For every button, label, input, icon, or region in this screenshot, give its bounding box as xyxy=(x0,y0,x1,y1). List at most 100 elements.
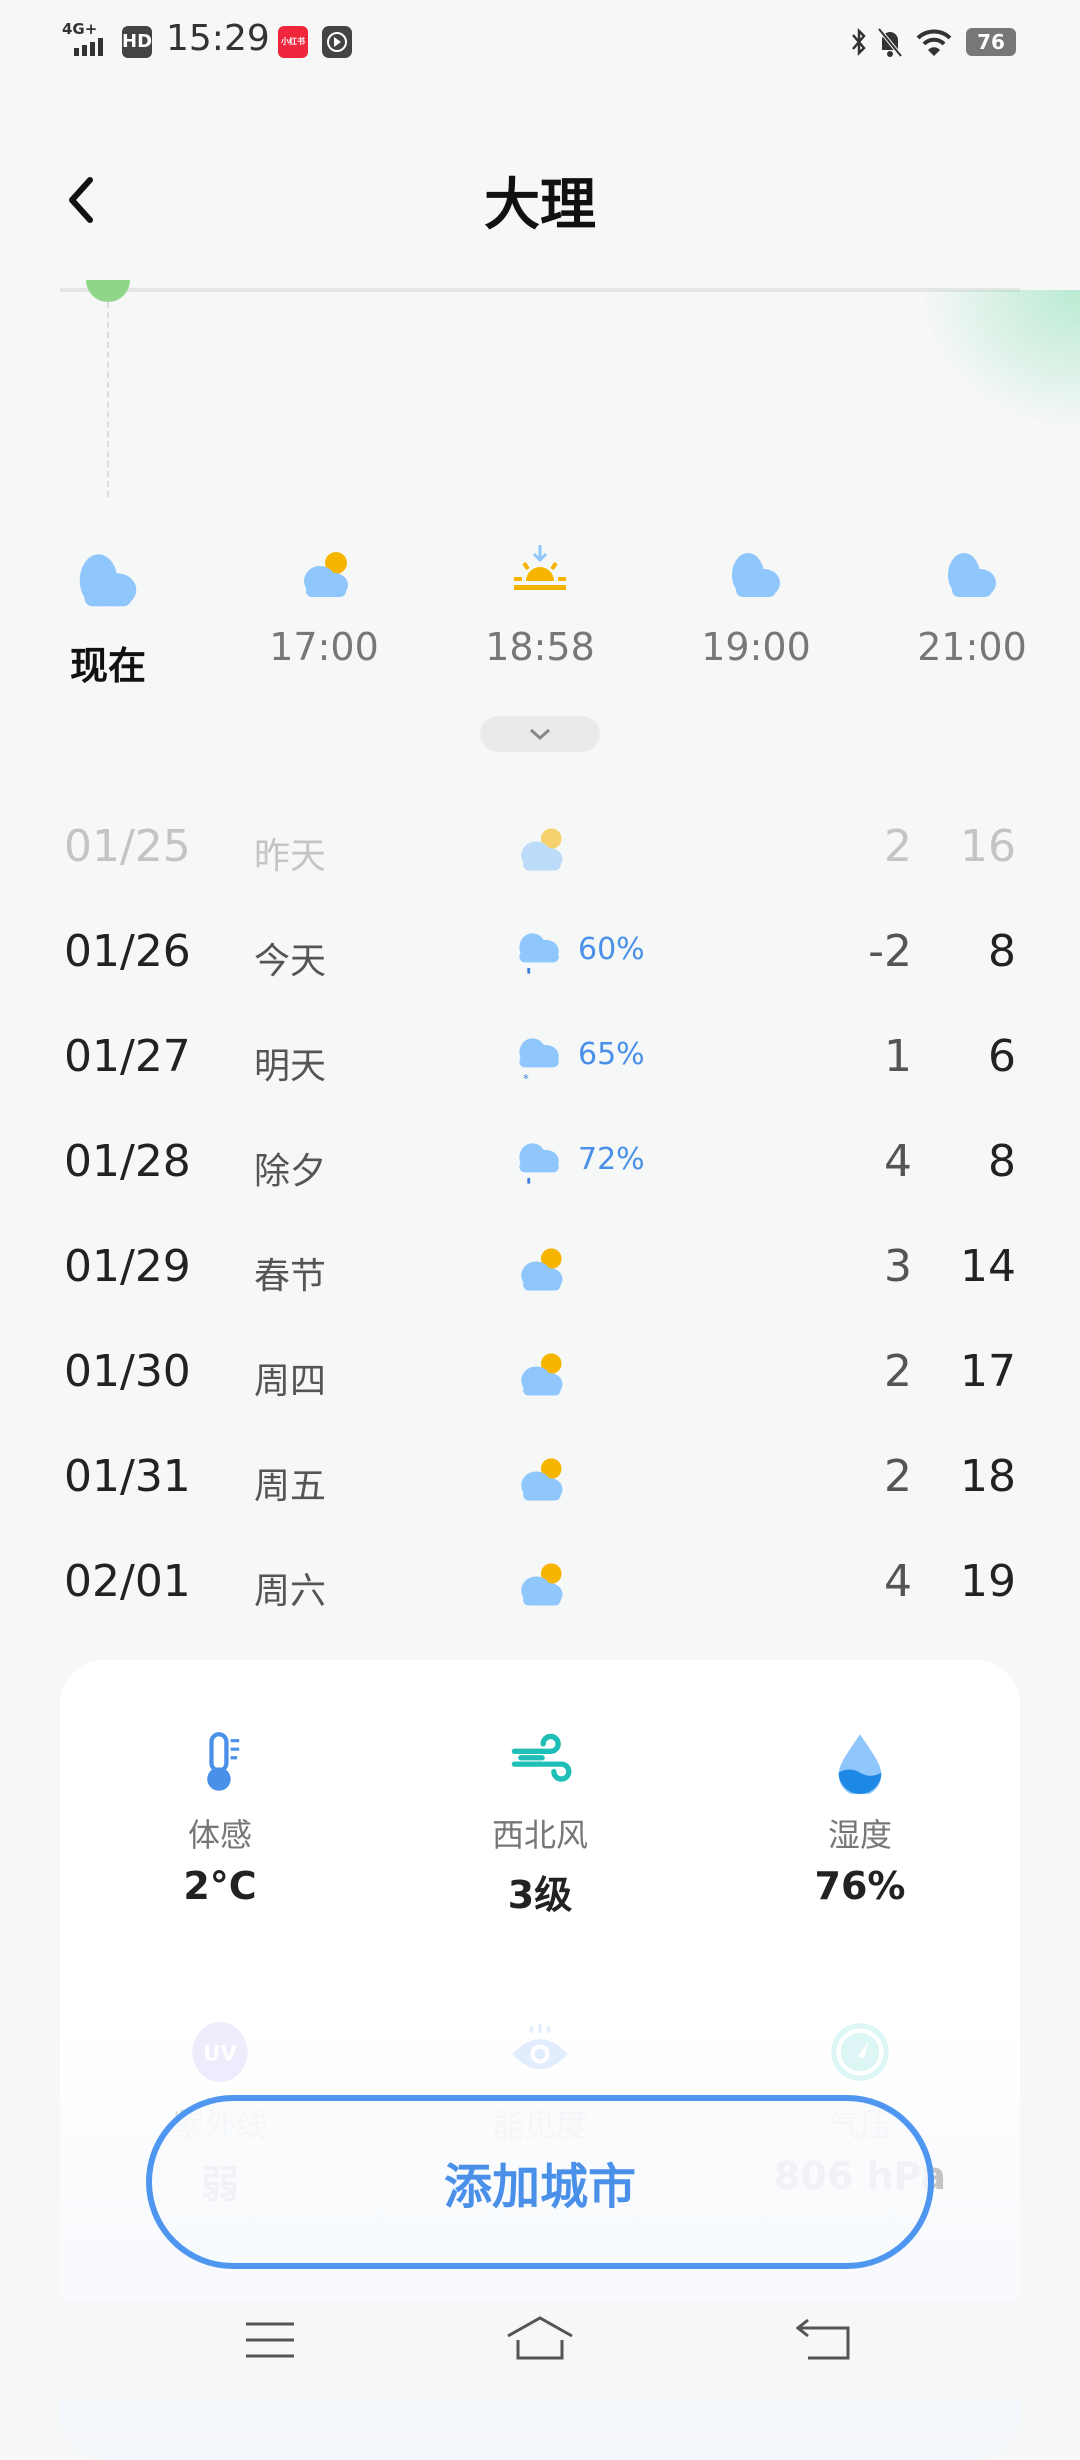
date: 01/31 xyxy=(64,1451,191,1502)
day-label: 昨天 xyxy=(254,836,327,877)
battery-indicator: 76 xyxy=(966,28,1016,56)
cloudy-icon xyxy=(732,553,780,597)
clock: 15:29 xyxy=(166,18,270,59)
daily-row[interactable]: 01/30 周四 2 17 xyxy=(0,1320,1080,1420)
day-label: 今天 xyxy=(254,941,327,982)
hourly-item[interactable]: 现在 xyxy=(28,545,188,690)
high-temp: 6 xyxy=(988,1031,1016,1082)
date: 01/25 xyxy=(64,821,191,872)
cloudy-icon xyxy=(79,554,137,607)
uv-icon: UV xyxy=(192,2022,248,2082)
cloudy-icon xyxy=(948,553,996,597)
hour-label: 18:58 xyxy=(485,625,595,669)
detail-label: 体感 xyxy=(187,1816,252,1854)
partly-cloudy-icon xyxy=(521,1458,563,1501)
detail-label: 湿度 xyxy=(827,1816,892,1854)
add-city-button[interactable]: 添加城市 xyxy=(146,2095,934,2269)
hd-badge: HD xyxy=(122,26,152,58)
mute-bell-icon xyxy=(877,27,903,58)
thermometer-icon xyxy=(207,1732,240,1791)
high-temp: 18 xyxy=(960,1451,1016,1502)
low-temp: 4 xyxy=(884,1136,912,1187)
date: 01/26 xyxy=(64,926,191,977)
low-temp: -2 xyxy=(868,926,912,977)
daily-row[interactable]: 01/27 明天 * 65% 1 6 xyxy=(0,1005,1080,1105)
detail-value: 3级 xyxy=(507,1873,573,1917)
hourly-item[interactable]: 17:00 xyxy=(244,545,404,669)
high-temp: 8 xyxy=(988,1136,1016,1187)
detail-item: 湿度 76% xyxy=(700,1730,1020,1908)
partly-cloudy-icon xyxy=(521,1563,563,1606)
sleet-icon: * xyxy=(510,1030,559,1085)
detail-value: 2°C xyxy=(183,1864,257,1908)
day-label: 周四 xyxy=(254,1361,327,1402)
hourly-item[interactable]: 19:00 xyxy=(676,545,836,669)
hour-label: 17:00 xyxy=(269,625,379,669)
partly-cloudy-icon xyxy=(304,552,348,597)
low-temp: 2 xyxy=(884,1346,912,1397)
temperature-curve-point xyxy=(86,280,130,302)
high-temp: 19 xyxy=(960,1556,1016,1607)
sunset-icon xyxy=(514,545,566,590)
rain-icon xyxy=(510,1135,559,1184)
wifi-icon xyxy=(916,29,952,56)
temperature-curve-fade xyxy=(920,290,1080,430)
low-temp: 4 xyxy=(884,1556,912,1607)
date: 01/28 xyxy=(64,1136,191,1187)
chevron-down-icon xyxy=(530,728,550,741)
daily-row[interactable]: 01/31 周五 2 18 xyxy=(0,1425,1080,1525)
low-temp: 2 xyxy=(884,821,912,872)
high-temp: 16 xyxy=(960,821,1016,872)
date: 01/30 xyxy=(64,1346,191,1397)
humidity-icon xyxy=(838,1734,882,1797)
day-label: 明天 xyxy=(254,1046,327,1087)
date: 01/27 xyxy=(64,1031,191,1082)
detail-value: 76% xyxy=(814,1864,906,1908)
app-notification-icon: 小红书 xyxy=(278,26,308,58)
status-bar: 4G+ HD 15:29 小红书 76 xyxy=(0,0,1080,90)
hour-label: 现在 xyxy=(69,644,146,688)
day-label: 周六 xyxy=(254,1571,327,1612)
high-temp: 8 xyxy=(988,926,1016,977)
low-temp: 2 xyxy=(884,1451,912,1502)
day-label: 周五 xyxy=(254,1466,327,1507)
daily-row[interactable]: 01/25 昨天 2 16 xyxy=(0,795,1080,895)
signal-icon xyxy=(74,38,103,56)
page-title: 大理 xyxy=(484,173,596,238)
detail-item: 西北风 3级 xyxy=(380,1730,700,1919)
hourly-item[interactable]: 18:58 xyxy=(460,545,620,669)
back-nav-icon[interactable] xyxy=(796,2316,852,2362)
low-temp: 1 xyxy=(884,1031,912,1082)
navigation-bar xyxy=(0,2300,1080,2400)
hourly-item[interactable]: 21:00 xyxy=(892,545,1052,669)
day-label: 除夕 xyxy=(254,1151,327,1192)
date: 02/01 xyxy=(64,1556,191,1607)
svg-text:UV: UV xyxy=(203,2042,237,2067)
low-temp: 3 xyxy=(884,1241,912,1292)
high-temp: 14 xyxy=(960,1241,1016,1292)
daily-row[interactable]: 01/29 春节 3 14 xyxy=(0,1215,1080,1315)
detail-label: 西北风 xyxy=(491,1816,588,1854)
date: 01/29 xyxy=(64,1241,191,1292)
bluetooth-icon xyxy=(852,27,866,57)
daily-row[interactable]: 01/26 今天 60% -2 8 xyxy=(0,900,1080,1000)
precipitation-chance: 65% xyxy=(578,1037,645,1072)
eye-icon xyxy=(512,2024,568,2070)
partly-cloudy-icon xyxy=(521,828,563,871)
hour-label: 21:00 xyxy=(917,625,1027,669)
high-temp: 17 xyxy=(960,1346,1016,1397)
wind-icon xyxy=(511,1733,572,1782)
chart-divider xyxy=(60,288,1020,292)
partly-cloudy-icon xyxy=(521,1353,563,1396)
menu-icon[interactable] xyxy=(244,2320,296,2360)
home-icon[interactable] xyxy=(504,2314,576,2362)
daily-row[interactable]: 01/28 除夕 72% 4 8 xyxy=(0,1110,1080,1210)
now-indicator-line xyxy=(107,302,109,497)
pressure-icon xyxy=(831,2023,889,2081)
partly-cloudy-icon xyxy=(521,1248,563,1291)
precipitation-chance: 60% xyxy=(578,932,645,967)
daily-row[interactable]: 02/01 周六 4 19 xyxy=(0,1530,1080,1630)
expand-hourly-button[interactable] xyxy=(480,716,600,752)
precipitation-chance: 72% xyxy=(578,1142,645,1177)
svg-text:*: * xyxy=(523,1072,529,1085)
